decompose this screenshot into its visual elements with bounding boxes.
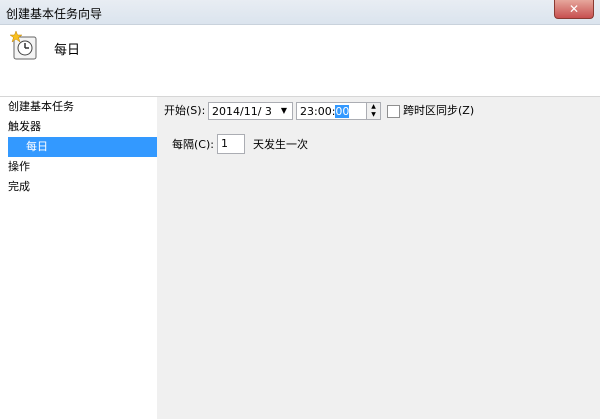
recur-suffix: 天发生一次 (253, 138, 308, 151)
page-title: 每日 (54, 43, 81, 58)
wizard-header: 每日 (0, 25, 600, 97)
wizard-steps-sidebar: 创建基本任务 触发器 每日 操作 完成 (0, 97, 157, 419)
spin-up-icon[interactable]: ▲ (367, 103, 380, 111)
close-button[interactable]: ✕ (554, 0, 594, 19)
step-trigger[interactable]: 触发器 (8, 117, 157, 137)
spin-down-icon[interactable]: ▼ (367, 111, 380, 119)
step-action[interactable]: 操作 (8, 157, 157, 177)
window-title: 创建基本任务向导 (6, 7, 103, 21)
window-titlebar: 创建基本任务向导 ✕ (0, 0, 600, 25)
step-daily[interactable]: 每日 (8, 137, 157, 157)
step-create-basic-task[interactable]: 创建基本任务 (8, 97, 157, 117)
time-seconds-selected[interactable]: 00 (335, 105, 350, 118)
recur-interval-input[interactable]: 1 (217, 134, 245, 154)
clock-star-icon (10, 31, 37, 60)
start-time-field[interactable]: 23:00:00 ▲ ▼ (296, 102, 381, 120)
sync-timezone-label[interactable]: 跨时区同步(Z) (403, 102, 474, 120)
time-value: 23:00: (300, 105, 336, 118)
start-date-value: 2014/11/ 3 (212, 105, 272, 118)
chevron-down-icon[interactable]: ▼ (277, 104, 291, 118)
trigger-settings-panel: 开始(S): 2014/11/ 3 ▼ 23:00:00 ▲ ▼ 跨时区同步(Z… (157, 97, 600, 419)
step-finish[interactable]: 完成 (8, 177, 157, 197)
start-label: 开始(S): (164, 104, 206, 117)
close-icon: ✕ (568, 2, 580, 16)
time-spinner[interactable]: ▲ ▼ (366, 103, 380, 119)
sync-timezone-checkbox[interactable] (387, 105, 400, 118)
start-date-picker[interactable]: 2014/11/ 3 ▼ (208, 102, 293, 120)
recur-label: 每隔(C): (172, 138, 214, 151)
